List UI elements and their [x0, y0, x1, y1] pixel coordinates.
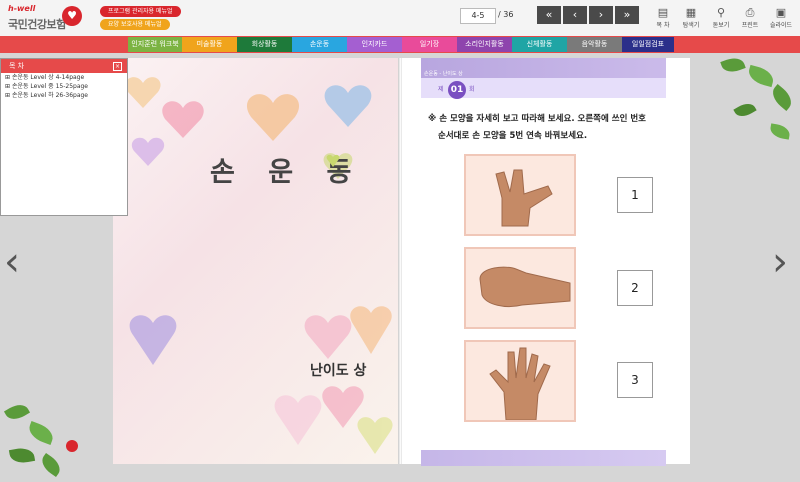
toc-header: 목 차 ×	[1, 59, 127, 73]
close-icon[interactable]: ×	[113, 62, 122, 71]
menu-music[interactable]: 음악활동	[567, 37, 622, 52]
caregiver-manual-button[interactable]: 요양 보호사용 메뉴얼	[100, 19, 170, 30]
flower-decoration	[66, 440, 78, 452]
hand-gesture-image-2	[464, 247, 576, 329]
difficulty-label: 난이도 상	[310, 363, 367, 379]
session-badge: 01	[448, 81, 466, 99]
zoom-icon: ⚲	[716, 6, 726, 19]
page-indicator: 4-5 / 36	[460, 8, 528, 24]
toc-title: 목 차	[9, 62, 25, 70]
toc-item-level-low[interactable]: ⊞ 손운동 Level 하 26-36page	[1, 91, 127, 100]
logo[interactable]: h-well 국민건강보험 ♥	[6, 4, 82, 34]
menu-physical[interactable]: 신체활동	[512, 37, 567, 52]
logo-tagline: h-well	[8, 4, 36, 13]
footer-band	[421, 450, 666, 466]
heart-decorations	[125, 77, 393, 454]
zoom-button[interactable]: ⚲ 돋보기	[706, 6, 736, 32]
logo-name: 국민건강보험	[8, 18, 66, 31]
session-suffix: 회	[469, 86, 475, 93]
heart-icon: ♥	[62, 6, 82, 26]
toc-panel: 목 차 × ⊞ 손운동 Level 상 4-14page ⊞ 손운동 Level…	[0, 58, 128, 216]
top-toolbar: h-well 국민건강보험 ♥ 프로그램 관리자용 메뉴얼 요양 보호사용 메뉴…	[0, 0, 800, 37]
step-number-3: 3	[617, 362, 653, 398]
explorer-button[interactable]: ▦ 탐색기	[676, 6, 706, 32]
slideshow-button[interactable]: ▣ 슬라이드	[766, 6, 796, 32]
page-navigation: « ‹ › »	[537, 6, 641, 24]
toc-item-level-mid[interactable]: ⊞ 손운동 Level 중 15-25page	[1, 82, 127, 91]
manager-manual-button[interactable]: 프로그램 관리자용 메뉴얼	[100, 6, 181, 17]
menu-daily-check[interactable]: 일일점검표	[622, 37, 674, 52]
menu-sound[interactable]: 소리인지활동	[457, 37, 512, 52]
hand-gesture-image-3	[464, 340, 576, 422]
first-page-button[interactable]: «	[537, 6, 561, 24]
grid-icon: ▦	[685, 6, 697, 19]
menu-art[interactable]: 미술활동	[182, 37, 237, 52]
instruction-line-2: 순서대로 손 모양을 5번 연속 바꿔보세요.	[438, 131, 588, 141]
toc-button[interactable]: ▤ 목 차	[648, 6, 678, 32]
slide-icon: ▣	[775, 6, 787, 19]
menu-diary[interactable]: 일기장	[402, 37, 457, 52]
print-icon: ⎙	[745, 6, 755, 19]
page-crumb: 손운동 - 난이도 상	[424, 71, 463, 77]
step-number-1: 1	[617, 177, 653, 213]
session-prefix: 제	[438, 86, 444, 93]
instruction-text: ※ 손 모양을 자세히 보고 따라해 보세요. 오른쪽에 쓰인 번호 순서대로 …	[428, 111, 646, 145]
total-pages: / 36	[498, 10, 514, 19]
hand-gesture-image-1	[464, 154, 576, 236]
current-page-input[interactable]: 4-5	[460, 8, 496, 24]
menu-reminiscence[interactable]: 회상활동	[237, 37, 292, 52]
toc-icon: ▤	[657, 6, 669, 19]
next-page-button[interactable]: ›	[589, 6, 613, 24]
heart-icon	[325, 153, 341, 167]
prev-page-button[interactable]: ‹	[563, 6, 587, 24]
last-page-button[interactable]: »	[615, 6, 639, 24]
toc-item-level-high[interactable]: ⊞ 손운동 Level 상 4-14page	[1, 73, 127, 82]
menu-workbook[interactable]: 인지훈련 워크북	[128, 37, 182, 52]
left-page	[113, 58, 399, 464]
menu-cognitive-card[interactable]: 인지카드	[347, 37, 402, 52]
instruction-line-1: ※ 손 모양을 자세히 보고 따라해 보세요. 오른쪽에 쓰인 번호	[428, 114, 646, 124]
menu-hand-exercise[interactable]: 손운동	[292, 37, 347, 52]
print-button[interactable]: ⎙ 프린트	[735, 6, 765, 32]
prev-arrow-icon[interactable]: ‹	[4, 242, 20, 282]
next-arrow-icon[interactable]: ›	[772, 242, 788, 282]
step-number-2: 2	[617, 270, 653, 306]
